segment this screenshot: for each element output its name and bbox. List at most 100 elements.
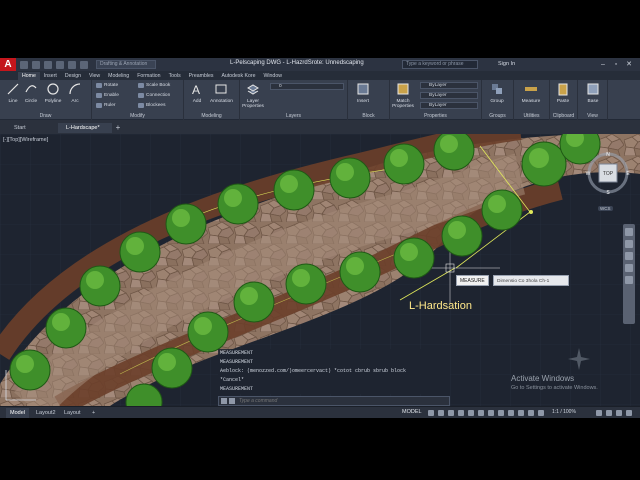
sign-in-button[interactable]: Sign In bbox=[498, 61, 515, 67]
tab-tools[interactable]: Tools bbox=[165, 72, 185, 80]
enable-tool[interactable]: Enable bbox=[96, 93, 119, 98]
annotation-scale[interactable]: 1:1 / 100% bbox=[552, 409, 576, 415]
otrack-icon[interactable] bbox=[478, 410, 484, 416]
open-icon[interactable] bbox=[20, 60, 28, 69]
zoom-extents-icon[interactable] bbox=[625, 252, 633, 260]
new-tab-button[interactable]: + bbox=[113, 123, 123, 133]
plot-icon[interactable] bbox=[80, 60, 88, 69]
ortho-icon[interactable] bbox=[448, 410, 454, 416]
model-space-toggle[interactable]: MODEL bbox=[402, 409, 422, 415]
workspace-dropdown[interactable]: Drafting & Annotation bbox=[96, 60, 156, 69]
polar-icon[interactable] bbox=[458, 410, 464, 416]
lineweight-dropdown[interactable]: ByLayer bbox=[420, 102, 478, 109]
tab-view[interactable]: View bbox=[85, 72, 104, 80]
tab-layout2[interactable]: Layout2 bbox=[32, 408, 60, 418]
rotate-icon bbox=[96, 83, 102, 88]
tab-home[interactable]: Home bbox=[18, 72, 40, 80]
tab-formation[interactable]: Formation bbox=[133, 72, 164, 80]
insert-block-tool[interactable]: Insert bbox=[352, 82, 374, 104]
tab-model[interactable]: Model bbox=[6, 408, 29, 418]
tab-layout[interactable]: Layout bbox=[60, 408, 85, 418]
annotation-tool[interactable]: Annotation bbox=[210, 82, 233, 104]
app-logo[interactable]: A bbox=[0, 58, 16, 71]
polyline-tool[interactable]: Polyline bbox=[42, 82, 64, 104]
redo-icon[interactable] bbox=[68, 60, 76, 69]
properties-panel: Match Properties ByLayer ByLayer ByLayer… bbox=[390, 80, 482, 120]
tab-autodesk-kore[interactable]: Autodesk Kore bbox=[217, 72, 259, 80]
measure-tool[interactable]: Measure bbox=[520, 82, 542, 104]
customization-menu-icon[interactable] bbox=[626, 410, 632, 416]
full-navigation-wheel-icon[interactable] bbox=[625, 228, 633, 236]
status-bar: Model Layout2 Layout + MODEL 1:1 / 100% bbox=[0, 406, 640, 418]
scale-tool[interactable]: Scale Book bbox=[138, 83, 170, 88]
close-command-icon[interactable] bbox=[221, 398, 227, 404]
block-panel-label: Block bbox=[362, 113, 375, 119]
add-layout-button[interactable]: + bbox=[88, 408, 99, 418]
viewport-controls[interactable]: [-][Top][Wireframe] bbox=[3, 137, 48, 143]
linetype-dropdown[interactable]: ByLayer bbox=[420, 92, 478, 99]
pan-icon[interactable] bbox=[625, 240, 633, 248]
wcs-menu[interactable]: WCS bbox=[598, 206, 613, 211]
block-panel: Insert Block bbox=[348, 80, 390, 120]
activation-watermark-title: Activate Windows bbox=[511, 374, 575, 383]
rotate-tool[interactable]: Rotate bbox=[96, 83, 118, 88]
base-tool[interactable]: Base bbox=[582, 82, 604, 104]
connection-tool[interactable]: Connection bbox=[138, 93, 170, 98]
osnap-icon[interactable] bbox=[468, 410, 474, 416]
search-input[interactable]: Type a keyword or phrase bbox=[402, 60, 478, 69]
add-tool[interactable]: A Add bbox=[186, 82, 208, 104]
isolate-objects-icon[interactable] bbox=[606, 410, 612, 416]
tab-l-hardscape[interactable]: L-Hardscape* bbox=[58, 123, 112, 133]
tab-preambles[interactable]: Preambles bbox=[185, 72, 218, 80]
dynamic-input-prompt[interactable]: Dimensio Co 3hola Ch-1 bbox=[493, 275, 569, 286]
customize-command-icon[interactable] bbox=[229, 398, 235, 404]
tab-insert[interactable]: Insert bbox=[40, 72, 61, 80]
auto-scale-icon[interactable] bbox=[528, 410, 534, 416]
ruler-tool[interactable]: Ruler bbox=[96, 103, 115, 108]
grid-icon[interactable] bbox=[428, 410, 434, 416]
tab-window[interactable]: Window bbox=[260, 72, 286, 80]
tab-modeling[interactable]: Modeling bbox=[104, 72, 133, 80]
circle-tool[interactable]: Circle bbox=[20, 82, 42, 104]
match-properties-tool[interactable]: Match Properties bbox=[392, 82, 414, 109]
selection-cycling-icon[interactable] bbox=[508, 410, 514, 416]
measure-tooltip: MEASURE bbox=[456, 275, 489, 286]
viewcube[interactable]: TOP N S E W bbox=[585, 150, 631, 196]
snap-icon[interactable] bbox=[438, 410, 444, 416]
tab-design[interactable]: Design bbox=[61, 72, 85, 80]
modeling-panel: A Add Annotation Modeling bbox=[184, 80, 240, 120]
layer-dropdown[interactable]: 0 bbox=[270, 83, 344, 90]
minimize-icon[interactable]: – bbox=[598, 60, 608, 69]
paste-tool[interactable]: Paste bbox=[552, 82, 574, 104]
drawing-canvas[interactable]: [-][Top][Wireframe] TOP N S E W WCS MEAS… bbox=[0, 134, 640, 406]
workspace-switch-icon[interactable] bbox=[596, 410, 602, 416]
group-tool[interactable]: Group bbox=[486, 82, 508, 104]
command-input[interactable] bbox=[239, 398, 429, 404]
fullscreen-icon[interactable] bbox=[616, 410, 622, 416]
arc-tool[interactable]: Arc bbox=[64, 82, 86, 104]
match-properties-icon bbox=[397, 83, 409, 95]
blockees-tool[interactable]: Blockees bbox=[138, 103, 165, 108]
utilities-panel-label: Utilities bbox=[523, 113, 540, 119]
showmotion-icon[interactable] bbox=[625, 276, 633, 284]
orbit-icon[interactable] bbox=[625, 264, 633, 272]
viewcube-west: W bbox=[586, 171, 591, 177]
close-icon[interactable]: ✕ bbox=[624, 60, 634, 69]
transparency-icon[interactable] bbox=[498, 410, 504, 416]
viewcube-east: E bbox=[626, 171, 630, 177]
lineweight-icon[interactable] bbox=[488, 410, 494, 416]
undo-icon[interactable] bbox=[56, 60, 64, 69]
save-as-icon[interactable] bbox=[44, 60, 52, 69]
color-dropdown[interactable]: ByLayer bbox=[420, 82, 478, 89]
insert-icon bbox=[357, 83, 369, 95]
circle-icon bbox=[25, 85, 37, 93]
base-view-icon bbox=[587, 83, 599, 95]
maximize-icon[interactable]: ▫ bbox=[611, 60, 621, 69]
tab-start[interactable]: Start bbox=[6, 123, 34, 133]
layer-properties-tool[interactable]: Layer Properties bbox=[242, 82, 264, 109]
save-icon[interactable] bbox=[32, 60, 40, 69]
ribbon-tabs: Home Insert Design View Modeling Formati… bbox=[0, 71, 640, 80]
annotation-scale-icon[interactable] bbox=[538, 410, 544, 416]
draw-panel-label: Draw bbox=[39, 113, 52, 119]
annotation-visibility-icon[interactable] bbox=[518, 410, 524, 416]
